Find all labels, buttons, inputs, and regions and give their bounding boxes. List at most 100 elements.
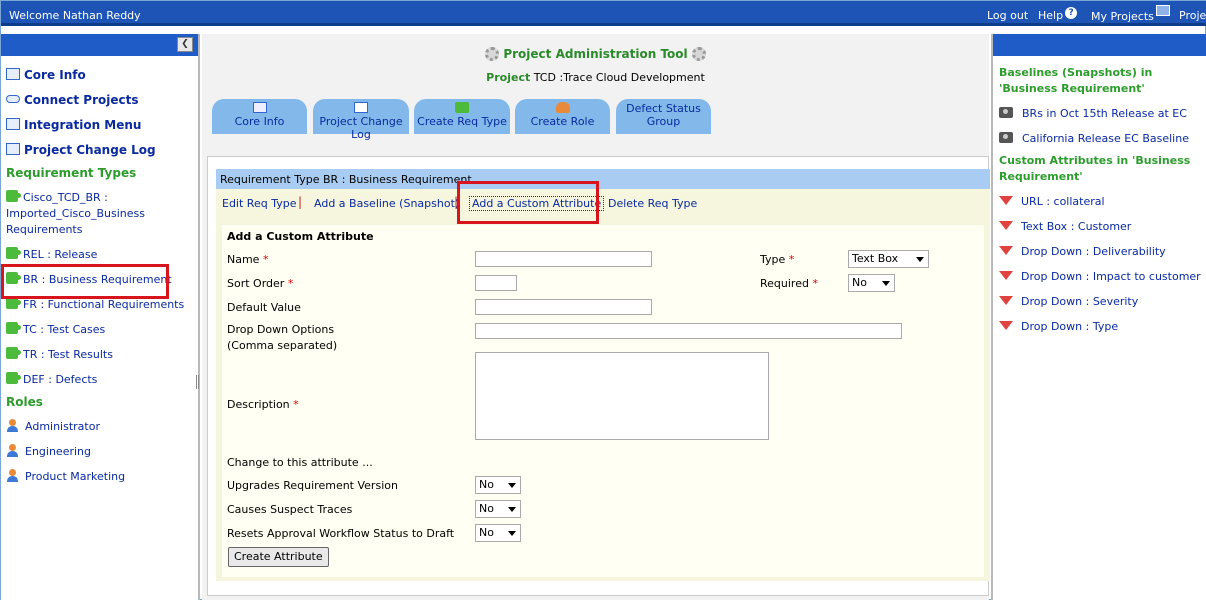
core-info-icon — [6, 68, 20, 80]
custom-attrs-heading: Custom Attributes in 'Business Requireme… — [999, 154, 1191, 183]
sort-order-label: Sort Order * — [227, 277, 293, 290]
custom-attr-item[interactable]: URL : collateral — [999, 195, 1105, 208]
type-select[interactable]: Text Box — [848, 250, 929, 268]
required-select-value: No — [852, 276, 867, 289]
req-type-fr[interactable]: FR : Functional Requirements — [6, 297, 184, 313]
resets-workflow-value: No — [479, 526, 494, 539]
tab-label: Create Role — [530, 115, 595, 128]
nav-connect-projects[interactable]: Connect Projects — [6, 93, 139, 107]
tab-create-role[interactable]: Create Role — [515, 99, 610, 134]
resets-workflow-select[interactable]: No — [475, 524, 521, 542]
tab-create-req-type[interactable]: Create Req Type — [414, 99, 510, 134]
description-label: Description * — [227, 398, 299, 411]
role-engineering[interactable]: Engineering — [6, 444, 91, 460]
req-type-tr[interactable]: TR : Test Results — [6, 347, 113, 363]
name-label: Name * — [227, 253, 268, 266]
nav-integration-menu-label: Integration Menu — [24, 118, 142, 132]
default-value-input[interactable] — [475, 299, 652, 315]
suspect-traces-select[interactable]: No — [475, 500, 521, 518]
tab-label: Project Change Log — [319, 115, 403, 141]
form-heading: Add a Custom Attribute — [227, 230, 374, 243]
custom-attr-item[interactable]: Drop Down : Impact to customer — [999, 270, 1201, 283]
project-line: Project TCD :Trace Cloud Development — [202, 71, 989, 84]
project-name: TCD :Trace Cloud Development — [533, 71, 705, 84]
roles-heading: Roles — [6, 395, 43, 409]
my-projects-label: My Projects — [1091, 10, 1154, 23]
projects-link[interactable]: Projec — [1179, 9, 1206, 22]
type-label: Type * — [760, 253, 794, 266]
chevron-down-icon — [508, 531, 516, 536]
top-bar: Welcome Nathan Reddy Log out Help? My Pr… — [1, 1, 1206, 26]
help-icon: ? — [1065, 7, 1078, 19]
baselines-heading: Baselines (Snapshots) in 'Business Requi… — [999, 66, 1153, 95]
left-panel: ❮ Core Info Connect Projects Integration… — [1, 34, 200, 600]
tool-title: Project Administration Tool — [202, 47, 989, 61]
nav-core-info[interactable]: Core Info — [6, 68, 86, 82]
chevron-down-icon — [916, 257, 924, 262]
gem-icon — [999, 271, 1013, 280]
name-label-text: Name — [227, 253, 260, 266]
document-icon — [354, 102, 368, 113]
highlight-box — [457, 181, 599, 224]
sort-order-label-text: Sort Order — [227, 277, 285, 290]
puzzle-icon — [6, 247, 21, 259]
tab-core-info[interactable]: Core Info — [212, 99, 307, 134]
nav-project-change-log[interactable]: Project Change Log — [6, 143, 156, 157]
description-textarea[interactable] — [475, 352, 769, 440]
camera-icon — [999, 107, 1013, 118]
description-label-text: Description — [227, 398, 290, 411]
help-link[interactable]: Help? — [1038, 7, 1078, 23]
custom-attr-label: Drop Down : Deliverability — [1021, 245, 1166, 258]
person-icon — [6, 469, 19, 482]
collapse-left-button[interactable]: ❮ — [177, 37, 193, 52]
person-icon — [555, 102, 570, 113]
req-type-cisco[interactable]: Cisco_TCD_BR : Imported_Cisco_Business R… — [6, 190, 166, 238]
person-icon — [6, 444, 19, 457]
dropdown-options-label: Drop Down Options — [227, 323, 335, 336]
right-panel: Baselines (Snapshots) in 'Business Requi… — [991, 34, 1206, 600]
role-administrator[interactable]: Administrator — [6, 419, 100, 435]
tab-label: Core Info — [234, 115, 285, 128]
role-product-marketing[interactable]: Product Marketing — [6, 469, 125, 485]
create-attribute-button[interactable]: Create Attribute — [228, 547, 329, 567]
sort-order-input[interactable] — [475, 275, 517, 291]
required-select[interactable]: No — [848, 274, 895, 292]
baseline-item[interactable]: BRs in Oct 15th Release at EC — [999, 107, 1187, 120]
custom-attr-item[interactable]: Drop Down : Deliverability — [999, 245, 1166, 258]
resets-workflow-label: Resets Approval Workflow Status to Draft — [227, 527, 455, 540]
req-types-heading: Requirement Types — [6, 166, 137, 180]
required-asterisk: * — [293, 398, 299, 411]
req-type-tc[interactable]: TC : Test Cases — [6, 322, 105, 338]
name-input[interactable] — [475, 251, 652, 267]
left-splitter-handle[interactable] — [196, 375, 199, 389]
logout-link[interactable]: Log out — [987, 9, 1028, 22]
baseline-item[interactable]: California Release EC Baseline — [999, 132, 1189, 145]
upgrades-version-select[interactable]: No — [475, 476, 521, 494]
delete-req-type-link[interactable]: Delete Req Type — [608, 197, 697, 210]
dropdown-options-input[interactable] — [475, 323, 902, 339]
custom-attr-label: Drop Down : Type — [1021, 320, 1119, 333]
custom-attr-label: Drop Down : Severity — [1021, 295, 1139, 308]
left-panel-header: ❮ — [1, 34, 198, 56]
custom-attr-label: URL : collateral — [1021, 195, 1105, 208]
dropdown-options-hint: (Comma separated) — [227, 339, 338, 352]
puzzle-icon — [6, 190, 21, 202]
my-projects-link[interactable]: My Projects — [1091, 5, 1170, 23]
req-type-def[interactable]: DEF : Defects — [6, 372, 97, 388]
custom-attr-item[interactable]: Drop Down : Type — [999, 320, 1118, 333]
chevron-down-icon — [508, 507, 516, 512]
custom-attr-item[interactable]: Drop Down : Severity — [999, 295, 1138, 308]
tab-project-change-log[interactable]: Project Change Log — [313, 99, 409, 141]
nav-project-change-log-label: Project Change Log — [24, 143, 156, 157]
baseline-label: California Release EC Baseline — [1022, 132, 1189, 145]
custom-attr-item[interactable]: Text Box : Customer — [999, 220, 1131, 233]
required-asterisk: * — [788, 253, 795, 266]
tab-defect-status-group[interactable]: Defect Status Group — [616, 99, 711, 134]
req-type-rel[interactable]: REL : Release — [6, 247, 97, 263]
nav-integration-menu[interactable]: Integration Menu — [6, 118, 141, 132]
menu-icon — [6, 118, 20, 130]
edit-req-type-link[interactable]: Edit Req Type — [222, 197, 296, 210]
required-asterisk: * — [262, 253, 269, 266]
change-heading: Change to this attribute ... — [227, 456, 373, 469]
add-baseline-link[interactable]: Add a Baseline (Snapshot) — [314, 197, 459, 210]
